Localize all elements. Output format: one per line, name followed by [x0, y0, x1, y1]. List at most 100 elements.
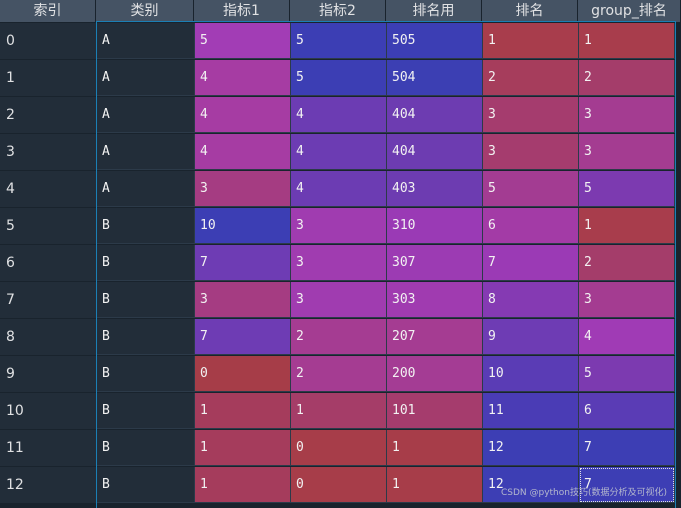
cell-category[interactable]: B	[97, 430, 195, 466]
cell-metric1[interactable]: 7	[195, 245, 291, 281]
row-index-cell[interactable]: 2	[0, 97, 96, 133]
cell-metric2[interactable]: 3	[291, 245, 387, 281]
row-index-cell[interactable]: 3	[0, 134, 96, 170]
cell-rank[interactable]: 3	[483, 97, 579, 133]
table-row: A 4 5 504 2 2	[97, 60, 675, 97]
cell-metric1[interactable]: 3	[195, 282, 291, 318]
cell-rank-value[interactable]: 404	[387, 97, 483, 133]
cell-group-rank[interactable]: 3	[579, 134, 675, 170]
cell-rank-value[interactable]: 1	[387, 467, 483, 503]
cell-rank[interactable]: 6	[483, 208, 579, 244]
cell-metric1[interactable]: 1	[195, 430, 291, 466]
row-index-cell[interactable]: 6	[0, 245, 96, 281]
cell-category[interactable]: A	[97, 97, 195, 133]
row-index-cell[interactable]: 4	[0, 171, 96, 207]
row-index-cell[interactable]: 8	[0, 319, 96, 355]
cell-metric1[interactable]: 7	[195, 319, 291, 355]
cell-group-rank[interactable]: 2	[579, 245, 675, 281]
header-metric2[interactable]: 指标2	[290, 0, 386, 22]
cell-rank-value[interactable]: 207	[387, 319, 483, 355]
cell-rank-value[interactable]: 200	[387, 356, 483, 392]
cell-category[interactable]: B	[97, 356, 195, 392]
cell-category[interactable]: B	[97, 393, 195, 429]
cell-metric2[interactable]: 1	[291, 393, 387, 429]
table-row: A 5 5 505 1 1	[97, 23, 675, 60]
row-index-cell[interactable]: 12	[0, 467, 96, 503]
cell-rank-value[interactable]: 307	[387, 245, 483, 281]
cell-rank-value[interactable]: 505	[387, 23, 483, 59]
cell-metric2[interactable]: 3	[291, 282, 387, 318]
cell-rank[interactable]: 9	[483, 319, 579, 355]
cell-group-rank[interactable]: 1	[579, 208, 675, 244]
cell-group-rank[interactable]: 3	[579, 97, 675, 133]
row-index-cell[interactable]: 0	[0, 23, 96, 59]
cell-category[interactable]: A	[97, 171, 195, 207]
row-index-cell[interactable]: 9	[0, 356, 96, 392]
cell-metric2[interactable]: 0	[291, 467, 387, 503]
row-index-cell[interactable]: 7	[0, 282, 96, 318]
cell-metric1[interactable]: 5	[195, 23, 291, 59]
cell-rank[interactable]: 5	[483, 171, 579, 207]
cell-metric2[interactable]: 4	[291, 97, 387, 133]
cell-metric1[interactable]: 3	[195, 171, 291, 207]
dataframe-viewer: 索引 类别 指标1 指标2 排名用 排名 group_排名 0123456789…	[0, 0, 681, 508]
cell-rank[interactable]: 2	[483, 60, 579, 96]
cell-rank[interactable]: 8	[483, 282, 579, 318]
cell-group-rank[interactable]: 5	[579, 171, 675, 207]
cell-rank-value[interactable]: 303	[387, 282, 483, 318]
cell-category[interactable]: B	[97, 245, 195, 281]
header-metric1[interactable]: 指标1	[194, 0, 290, 22]
cell-metric1[interactable]: 4	[195, 60, 291, 96]
cell-metric1[interactable]: 4	[195, 97, 291, 133]
cell-metric2[interactable]: 0	[291, 430, 387, 466]
cell-rank-value[interactable]: 404	[387, 134, 483, 170]
cell-metric2[interactable]: 4	[291, 134, 387, 170]
cell-rank-value[interactable]: 310	[387, 208, 483, 244]
cell-rank[interactable]: 7	[483, 245, 579, 281]
cell-category[interactable]: A	[97, 60, 195, 96]
header-group-rank[interactable]: group_排名	[578, 0, 681, 22]
cell-group-rank[interactable]: 3	[579, 282, 675, 318]
cell-metric2[interactable]: 2	[291, 356, 387, 392]
cell-rank[interactable]: 1	[483, 23, 579, 59]
cell-metric1[interactable]: 1	[195, 467, 291, 503]
header-rank[interactable]: 排名	[482, 0, 578, 22]
cell-group-rank[interactable]: 6	[579, 393, 675, 429]
row-index-cell[interactable]: 11	[0, 430, 96, 466]
cell-metric1[interactable]: 10	[195, 208, 291, 244]
cell-rank[interactable]: 3	[483, 134, 579, 170]
cell-metric1[interactable]: 4	[195, 134, 291, 170]
cell-rank[interactable]: 12	[483, 430, 579, 466]
cell-group-rank[interactable]: 7	[579, 430, 675, 466]
watermark: CSDN @python技巧(数据分析及可视化)	[500, 488, 667, 498]
cell-metric1[interactable]: 1	[195, 393, 291, 429]
cell-group-rank[interactable]: 4	[579, 319, 675, 355]
cell-rank-value[interactable]: 504	[387, 60, 483, 96]
cell-group-rank[interactable]: 5	[579, 356, 675, 392]
cell-rank-value[interactable]: 403	[387, 171, 483, 207]
header-category[interactable]: 类别	[96, 0, 194, 22]
cell-group-rank[interactable]: 1	[579, 23, 675, 59]
cell-metric1[interactable]: 0	[195, 356, 291, 392]
cell-category[interactable]: A	[97, 134, 195, 170]
cell-category[interactable]: B	[97, 467, 195, 503]
cell-group-rank[interactable]: 2	[579, 60, 675, 96]
row-index-cell[interactable]: 1	[0, 60, 96, 96]
cell-metric2[interactable]: 5	[291, 60, 387, 96]
row-index-cell[interactable]: 10	[0, 393, 96, 429]
cell-metric2[interactable]: 5	[291, 23, 387, 59]
cell-metric2[interactable]: 2	[291, 319, 387, 355]
cell-category[interactable]: B	[97, 208, 195, 244]
header-rank-value[interactable]: 排名用	[386, 0, 482, 22]
cell-category[interactable]: B	[97, 319, 195, 355]
cell-rank-value[interactable]: 1	[387, 430, 483, 466]
cell-category[interactable]: B	[97, 282, 195, 318]
cell-metric2[interactable]: 3	[291, 208, 387, 244]
header-index[interactable]: 索引	[0, 0, 96, 22]
cell-rank[interactable]: 11	[483, 393, 579, 429]
row-index-cell[interactable]: 5	[0, 208, 96, 244]
cell-category[interactable]: A	[97, 23, 195, 59]
cell-rank[interactable]: 10	[483, 356, 579, 392]
cell-rank-value[interactable]: 101	[387, 393, 483, 429]
cell-metric2[interactable]: 4	[291, 171, 387, 207]
